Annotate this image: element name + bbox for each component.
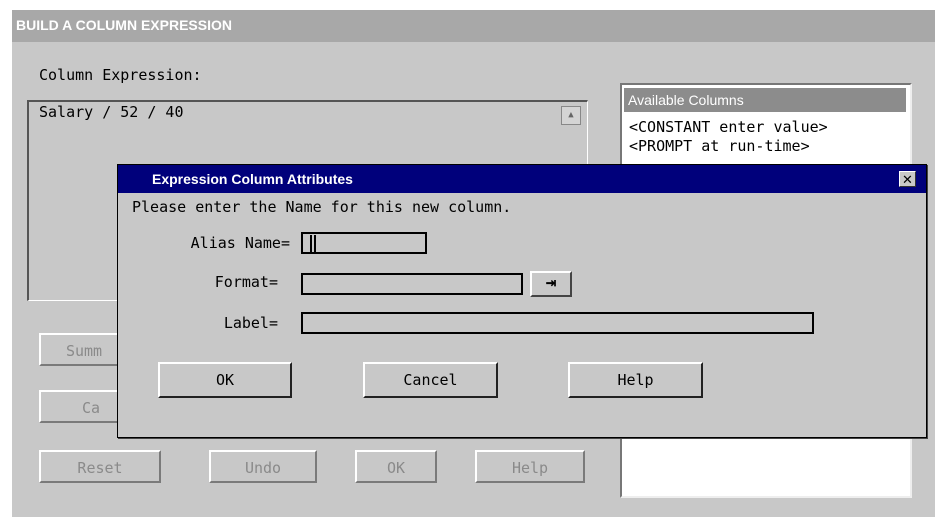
summary-button[interactable]: Summ <box>39 333 129 366</box>
dialog-message: Please enter the Name for this new colum… <box>132 198 512 216</box>
expression-text: Salary / 52 / 40 <box>39 103 184 121</box>
format-label: Format= <box>214 273 278 291</box>
text-cursor <box>310 235 316 253</box>
alias-name-input[interactable] <box>301 232 427 254</box>
list-item-constant[interactable]: <CONSTANT enter value> <box>629 118 828 136</box>
window-title: BUILD A COLUMN EXPRESSION <box>16 17 232 33</box>
reset-button[interactable]: Reset <box>39 450 161 483</box>
available-columns-header: Available Columns <box>624 88 906 112</box>
format-input[interactable] <box>301 273 523 295</box>
expression-label: Column Expression: <box>39 66 202 84</box>
help-button-bg[interactable]: Help <box>475 450 585 483</box>
ok-button[interactable]: OK <box>158 362 292 398</box>
undo-button[interactable]: Undo <box>209 450 317 483</box>
help-button[interactable]: Help <box>568 362 703 398</box>
list-item-prompt[interactable]: <PROMPT at run-time> <box>629 137 810 155</box>
cancel-button[interactable]: Cancel <box>363 362 498 398</box>
label-label: Label= <box>223 314 278 332</box>
alias-name-label: Alias Name= <box>190 234 290 252</box>
close-icon[interactable]: ✕ <box>899 171 916 187</box>
dialog-title: Expression Column Attributes <box>152 171 353 187</box>
scroll-up-arrow-icon[interactable]: ▲ <box>561 106 581 125</box>
ok-button-bg[interactable]: OK <box>355 450 437 483</box>
calculate-button[interactable]: Ca <box>39 390 129 423</box>
format-picker-arrow-icon[interactable]: ⇥ <box>530 271 572 297</box>
label-input[interactable] <box>301 312 814 334</box>
